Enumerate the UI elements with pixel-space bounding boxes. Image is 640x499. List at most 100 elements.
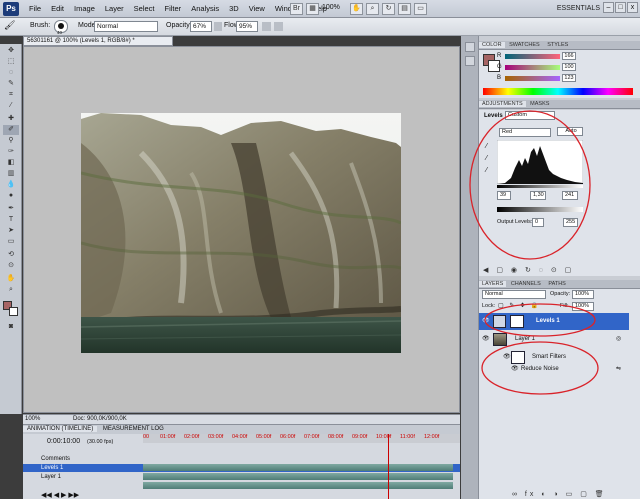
tab-swatches[interactable]: SWATCHES	[506, 42, 543, 48]
rotate-icon[interactable]: ↻	[382, 3, 395, 15]
tablet-opacity-icon[interactable]	[214, 22, 222, 31]
eye-icon[interactable]: 👁	[511, 361, 519, 378]
marquee-tool-icon[interactable]: ⬚	[3, 57, 19, 67]
channel-g-value[interactable]: 100	[562, 63, 576, 71]
zoom-icon[interactable]: ⌕	[366, 3, 379, 15]
gradient-icon[interactable]: ▥	[3, 169, 19, 179]
eye-icon[interactable]: 👁	[482, 313, 490, 330]
shape-tool-icon[interactable]: ▭	[3, 237, 19, 247]
tab-paths[interactable]: PATHS	[545, 281, 569, 287]
channel-b-value[interactable]: 123	[562, 74, 576, 82]
channel-g-slider[interactable]	[505, 65, 560, 70]
clone-stamp-icon[interactable]: ⚲	[3, 136, 19, 146]
history-brush-icon[interactable]: ✑	[3, 147, 19, 157]
tab-color[interactable]: COLOR	[479, 42, 505, 48]
layer-name[interactable]: Reduce Noise	[521, 361, 559, 378]
playhead[interactable]	[388, 434, 389, 499]
layer-opacity-input[interactable]: 100%	[572, 290, 594, 299]
crop-tool-icon[interactable]: ⌗	[3, 90, 19, 100]
output-white-value[interactable]: 255	[563, 218, 578, 227]
black-eyedropper-icon[interactable]: ⁄	[486, 143, 487, 150]
timeline-track-extra[interactable]	[143, 482, 453, 489]
airbrush-icon[interactable]	[262, 22, 271, 31]
cliff-photo[interactable]	[81, 113, 401, 353]
menu-view[interactable]: View	[244, 4, 270, 13]
mini-bridge-icon[interactable]: ▦	[306, 3, 319, 15]
levels-preset-select[interactable]: Custom	[505, 111, 555, 120]
minimize-button[interactable]: –	[603, 2, 614, 13]
pen-tool-icon[interactable]: ✒	[3, 204, 19, 214]
layer-row-reduce-noise[interactable]: 👁 Reduce Noise ⇋	[479, 361, 630, 378]
input-black-value[interactable]: 39	[497, 191, 511, 200]
tablet-size-icon[interactable]	[274, 22, 283, 31]
screen-mode-icon[interactable]: ▭	[414, 3, 427, 15]
layer-mask-thumbnail[interactable]	[510, 315, 524, 328]
arrange-icon[interactable]: ▤	[398, 3, 411, 15]
3d-camera-icon[interactable]: ⊙	[3, 261, 19, 271]
filter-options-icon[interactable]: ⇋	[616, 361, 621, 378]
timeline-row-layer1[interactable]: Layer 1	[23, 473, 143, 481]
menu-select[interactable]: Select	[129, 4, 160, 13]
output-gradient[interactable]	[497, 207, 583, 212]
timeline-row-comments[interactable]: Comments	[23, 455, 143, 463]
opacity-input[interactable]: 67%	[190, 21, 212, 32]
menu-file[interactable]: File	[24, 4, 46, 13]
adjustment-footer-icons[interactable]: ◀ ▢ ◉ ↻ ◌ ⊙ ▢	[483, 266, 574, 274]
channel-r-value[interactable]: 166	[562, 52, 576, 60]
quick-select-icon[interactable]: ✎	[3, 79, 19, 89]
3d-rotate-icon[interactable]: ⟲	[3, 250, 19, 260]
tab-styles[interactable]: STYLES	[544, 42, 571, 48]
move-tool-icon[interactable]: ✥	[3, 46, 19, 56]
time-ruler[interactable]: 00 01:00f 02:00f 03:00f 04:00f 05:00f 06…	[143, 434, 460, 443]
layer-row-layer1[interactable]: 👁 Layer 1 ◎	[479, 331, 630, 348]
tab-channels[interactable]: CHANNELS	[508, 281, 544, 287]
zoom-level[interactable]: 100%	[322, 4, 340, 11]
dodge-tool-icon[interactable]: ●	[3, 191, 19, 201]
menu-filter[interactable]: Filter	[160, 4, 187, 13]
layer-row-levels1[interactable]: 👁 Levels 1	[479, 313, 629, 330]
quick-mask-icon[interactable]: ◙	[3, 322, 19, 332]
actions-icon[interactable]	[465, 56, 475, 66]
tab-animation-timeline[interactable]: ANIMATION (TIMELINE)	[23, 426, 98, 432]
layers-footer-icons[interactable]: ∞ fx ◐ ◑ ▭ ▢ 🗑	[512, 490, 607, 498]
timeline-track-layer1[interactable]	[143, 473, 453, 480]
eraser-icon[interactable]: ◧	[3, 158, 19, 168]
menu-edit[interactable]: Edit	[46, 4, 69, 13]
tab-adjustments[interactable]: ADJUSTMENTS	[479, 101, 526, 107]
lasso-tool-icon[interactable]: ◌	[3, 68, 19, 78]
hand-tool-icon[interactable]: ✋	[3, 274, 19, 284]
channel-r-slider[interactable]	[505, 54, 560, 59]
menu-layer[interactable]: Layer	[100, 4, 129, 13]
blur-tool-icon[interactable]: 💧	[3, 180, 19, 190]
close-button[interactable]: x	[627, 2, 638, 13]
brush-tool-icon-selected[interactable]: ✐	[3, 125, 19, 135]
color-spectrum-ramp[interactable]	[483, 88, 633, 95]
tab-masks[interactable]: MASKS	[527, 101, 552, 107]
menu-image[interactable]: Image	[69, 4, 100, 13]
channel-b-slider[interactable]	[505, 76, 560, 81]
menu-analysis[interactable]: Analysis	[186, 4, 224, 13]
blend-mode-select[interactable]: Normal	[482, 290, 546, 299]
fill-input[interactable]: 100%	[572, 302, 594, 311]
layer-name[interactable]: Levels 1	[536, 313, 560, 330]
workspace-switcher[interactable]: ESSENTIALS	[548, 3, 600, 15]
input-white-value[interactable]: 241	[562, 191, 578, 200]
eye-icon[interactable]: 👁	[482, 331, 490, 348]
mode-select[interactable]: Normal	[94, 21, 158, 32]
hand-icon[interactable]: ✋	[350, 3, 363, 15]
tab-layers[interactable]: LAYERS	[479, 281, 507, 287]
path-select-icon[interactable]: ➤	[3, 226, 19, 236]
tab-measurement-log[interactable]: MEASUREMENT LOG	[99, 426, 168, 432]
healing-brush-icon[interactable]: ✚	[3, 114, 19, 124]
levels-channel-select[interactable]: Red	[499, 128, 551, 137]
type-tool-icon[interactable]: T	[3, 215, 19, 225]
input-gamma-value[interactable]: 1,30	[530, 191, 546, 200]
maximize-button[interactable]: □	[615, 2, 626, 13]
bridge-icon[interactable]: Br	[290, 3, 303, 15]
timeline-track-levels[interactable]	[143, 464, 453, 471]
brush-tool-icon[interactable]: 🖌	[4, 20, 20, 33]
history-icon[interactable]	[465, 42, 475, 52]
gray-eyedropper-icon[interactable]: ⁄	[486, 155, 487, 162]
output-black-value[interactable]: 0	[532, 218, 544, 227]
background-color-swatch[interactable]	[9, 307, 18, 316]
